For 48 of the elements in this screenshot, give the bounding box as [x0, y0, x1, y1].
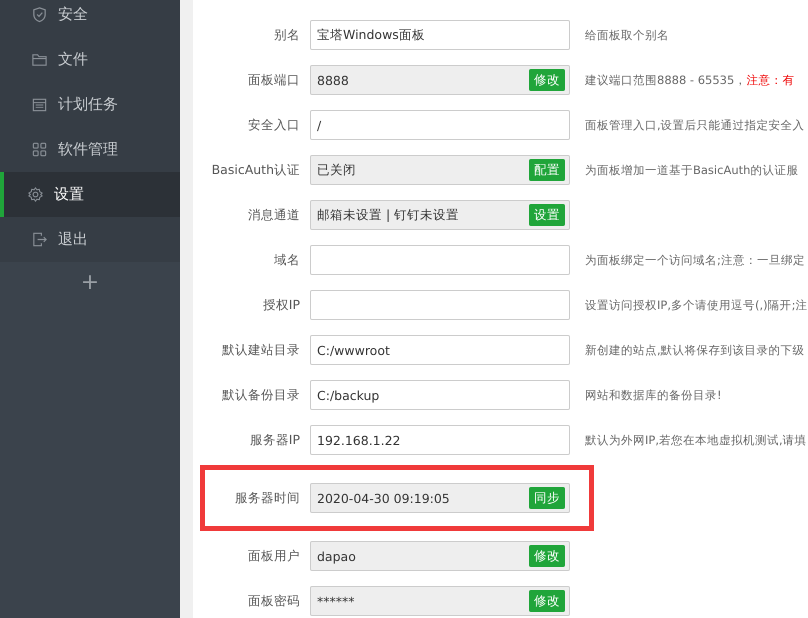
- field-value: 8888: [317, 72, 350, 88]
- field-description: 为面板增加一道基于BasicAuth的认证服: [585, 162, 798, 178]
- field-label: 默认建站目录: [221, 342, 301, 358]
- sidebar-item[interactable]: 安全: [0, 0, 180, 37]
- sidebar-item[interactable]: 设置: [0, 172, 180, 217]
- field-label: BasicAuth认证: [210, 162, 301, 178]
- input-field[interactable]: 192.168.1.22: [310, 425, 570, 455]
- input-field[interactable]: C:/wwwroot: [310, 335, 570, 365]
- field-value: dapao: [317, 548, 357, 564]
- input-field[interactable]: C:/backup: [310, 380, 570, 410]
- gear-icon: [27, 186, 44, 203]
- add-button[interactable]: +: [74, 270, 106, 295]
- field-value: 邮箱未设置 | 钉钉未设置: [317, 206, 460, 224]
- sidebar-item[interactable]: 退出: [0, 217, 180, 262]
- field-description: 给面板取个别名: [585, 28, 669, 42]
- field-value: 已关闭: [317, 162, 357, 178]
- field-label: 服务器IP: [248, 432, 301, 448]
- field-label: 面板端口: [247, 72, 301, 88]
- field-label: 安全入口: [247, 116, 301, 134]
- exit-icon: [31, 231, 48, 248]
- field-description: 设置访问授权IP,多个请使用逗号(,)隔开;注: [585, 298, 808, 312]
- field-label: 服务器时间: [234, 490, 301, 506]
- input-field[interactable]: 宝塔Windows面板: [310, 20, 570, 50]
- field-label: 授权IP: [262, 296, 301, 314]
- field-label: 域名: [273, 252, 301, 268]
- field-value: 2020-04-30 09:19:05: [317, 490, 451, 506]
- calendar-icon: [31, 96, 48, 113]
- field-description: 默认为外网IP,若您在本地虚拟机测试,请填: [585, 432, 807, 448]
- field-description: 面板管理入口,设置后只能通过指定安全入: [585, 118, 805, 132]
- field-label: 默认备份目录: [221, 386, 301, 404]
- input-field[interactable]: /: [310, 110, 570, 140]
- field-label: 面板用户: [247, 548, 301, 564]
- shield-icon: [31, 6, 48, 23]
- grid-icon: [31, 141, 48, 158]
- input-field[interactable]: [310, 290, 570, 320]
- folder-icon: [31, 51, 48, 68]
- field-description: 新创建的站点,默认将保存到该目录的下级: [585, 342, 805, 358]
- field-description: 建议端口范围8888 - 65535，注意：有: [585, 72, 794, 88]
- sidebar-item[interactable]: 计划任务: [0, 82, 180, 127]
- field-value: ******: [317, 594, 356, 608]
- field-label: 面板密码: [247, 592, 301, 610]
- field-description: 为面板绑定一个访问域名;注意：一旦绑定: [585, 252, 805, 268]
- field-label: 别名: [273, 26, 301, 44]
- field-description: 网站和数据库的备份目录!: [585, 388, 722, 402]
- sidebar-item[interactable]: 软件管理: [0, 127, 180, 172]
- field-label: 消息通道: [247, 206, 301, 224]
- sidebar-item[interactable]: 文件: [0, 37, 180, 82]
- input-field[interactable]: [310, 245, 570, 275]
